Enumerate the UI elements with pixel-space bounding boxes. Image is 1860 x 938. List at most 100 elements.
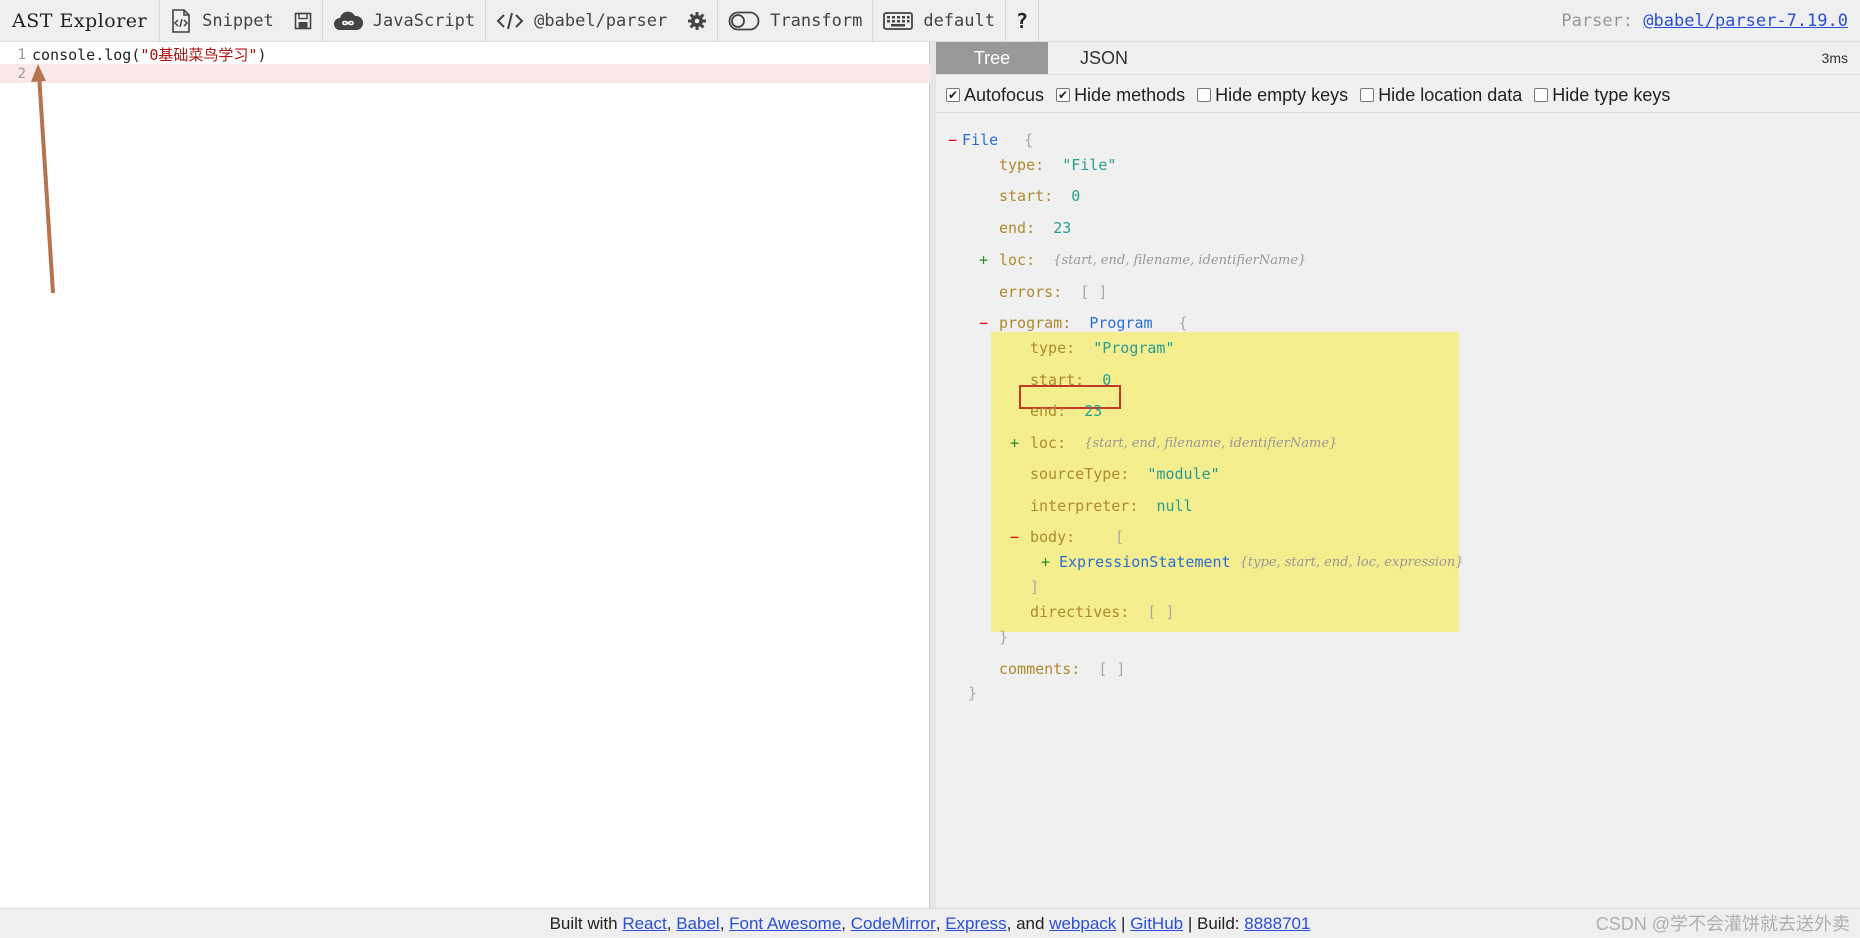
node-type: ExpressionStatement [1059, 553, 1231, 571]
tree-prop: end: 23 [999, 217, 1071, 239]
toolbar-divider [1038, 0, 1040, 42]
save-icon [294, 12, 312, 30]
line-code[interactable]: console.log("0基础菜鸟学习") [32, 44, 267, 65]
help-button[interactable]: ? [1006, 0, 1038, 42]
checkbox-checked-icon[interactable]: ✔ [946, 88, 960, 102]
collapse-icon[interactable]: − [979, 314, 999, 332]
toggle-off-icon [728, 11, 760, 31]
keymap-select[interactable]: default [873, 0, 1005, 42]
tree-prop-loc[interactable]: + loc: {start, end, filename, identifier… [1010, 432, 1337, 454]
prop-key: directives: [1030, 603, 1130, 621]
checkbox-checked-icon[interactable]: ✔ [1056, 88, 1071, 102]
checkbox-icon[interactable] [1360, 88, 1375, 102]
option-hide-type-keys[interactable]: Hide type keys [1534, 85, 1670, 106]
code-editor[interactable]: 1 console.log("0基础菜鸟学习") 2 [0, 42, 930, 908]
footer-link-webpack[interactable]: webpack [1049, 914, 1116, 934]
parser-info: Parser: @babel/parser-7.19.0 [1561, 11, 1860, 31]
footer-prefix: Built with [549, 913, 618, 933]
tree-node-file[interactable]: − File { [948, 129, 1033, 151]
prop-value: 23 [1053, 219, 1072, 237]
tab-tree[interactable]: Tree [936, 42, 1048, 74]
tree-prop: directives: [ ] [1030, 601, 1175, 623]
prop-key: body: [1030, 528, 1076, 546]
prop-value: 0 [1102, 371, 1112, 389]
tree-node-program[interactable]: − program: Program { [979, 312, 1188, 334]
code-file-icon [170, 8, 192, 33]
tree-options: ✔ Autofocus ✔ Hide methods Hide empty keys… [936, 78, 1860, 113]
language-select[interactable]: JavaScript [323, 0, 485, 42]
tree-prop: comments: [ ] [999, 658, 1125, 680]
parser-settings-button[interactable] [677, 0, 717, 42]
line-number: 2 [17, 65, 26, 82]
collapse-icon[interactable]: − [948, 131, 962, 149]
snippet-label: Snippet [202, 10, 274, 31]
prop-key: start: [1030, 371, 1085, 389]
tree-prop-loc[interactable]: + loc: {start, end, filename, identifier… [979, 249, 1306, 271]
parser-info-label: Parser: [1561, 10, 1634, 31]
prop-value: 23 [1084, 402, 1103, 420]
option-hide-methods[interactable]: ✔ Hide methods [1056, 85, 1185, 106]
prop-key: comments: [999, 660, 1081, 678]
editor-line: 1 console.log("0基础菜鸟学习") [0, 45, 930, 64]
prop-key: sourceType: [1030, 465, 1130, 483]
collapse-icon[interactable]: − [1010, 528, 1030, 546]
brace: { [1178, 314, 1188, 332]
footer-link-codemirror[interactable]: CodeMirror [851, 914, 936, 934]
tree-bracket: ] [1030, 576, 1039, 598]
code-token: console.log( [32, 46, 141, 64]
snippet-menu[interactable]: Snippet [160, 0, 284, 42]
prop-value: [ ] [1080, 283, 1108, 301]
expand-icon[interactable]: + [1010, 434, 1030, 452]
prop-value: 0 [1071, 187, 1081, 205]
prop-value: [ ] [1098, 660, 1126, 678]
build-label: Build: [1196, 913, 1240, 933]
tree-prop: interpreter: null [1030, 495, 1193, 517]
prop-summary: {start, end, filename, identifierName} [1053, 252, 1307, 268]
brace: } [999, 628, 1009, 646]
prop-summary: {type, start, end, loc, expression} [1239, 554, 1464, 570]
output-panel: Tree JSON 3ms ✔ Autofocus ✔ Hide methods H… [936, 42, 1860, 908]
code-token: ) [257, 46, 267, 64]
transform-label: Transform [770, 10, 863, 31]
parser-label: @babel/parser [534, 10, 668, 31]
tree-prop: start: 0 [999, 185, 1080, 207]
footer-link-github[interactable]: GitHub [1130, 914, 1183, 934]
parser-select[interactable]: @babel/parser [486, 0, 677, 42]
node-type: Program [1089, 314, 1153, 332]
option-hide-empty-keys[interactable]: Hide empty keys [1197, 85, 1348, 106]
tree-prop: errors: [ ] [999, 281, 1107, 303]
app-title: AST Explorer [12, 9, 148, 32]
tree-node-expression-statement[interactable]: + ExpressionStatement {type, start, end,… [1041, 551, 1464, 573]
prop-key: loc: [999, 251, 1036, 269]
tab-json[interactable]: JSON [1048, 42, 1160, 74]
footer-link-react[interactable]: React [622, 914, 666, 934]
parse-time: 3ms [1821, 50, 1848, 66]
prop-key: interpreter: [1030, 497, 1139, 515]
footer-link-font-awesome[interactable]: Font Awesome [729, 914, 841, 934]
footer-link-express[interactable]: Express [945, 914, 1006, 934]
option-autofocus[interactable]: ✔ Autofocus [946, 85, 1044, 106]
option-label: Hide methods [1074, 84, 1186, 105]
footer-link-babel[interactable]: Babel [676, 914, 719, 934]
prop-key: loc: [1030, 434, 1067, 452]
build-link[interactable]: 8888701 [1244, 914, 1310, 934]
keymap-label: default [923, 10, 995, 31]
brace: { [1024, 131, 1034, 149]
checkbox-icon[interactable] [1197, 88, 1212, 102]
transform-toggle[interactable]: Transform [718, 0, 872, 42]
option-hide-location-data[interactable]: Hide location data [1360, 85, 1522, 106]
expand-icon[interactable]: + [1041, 553, 1059, 571]
footer: Built with React, Babel, Font Awesome, C… [0, 908, 1860, 938]
save-button[interactable] [284, 0, 322, 42]
prop-value: [ ] [1147, 603, 1175, 621]
prop-value: "Program" [1093, 339, 1175, 357]
question-icon: ? [1015, 8, 1029, 33]
expand-icon[interactable]: + [979, 251, 999, 269]
prop-key: start: [999, 187, 1054, 205]
tree-prop-start: start: 0 [1030, 369, 1111, 391]
checkbox-icon[interactable] [1534, 88, 1549, 102]
parser-version-link[interactable]: @babel/parser-7.19.0 [1643, 11, 1848, 31]
tree-prop: type: "Program" [1030, 337, 1175, 359]
tree-node-body[interactable]: − body: [ [1010, 526, 1124, 548]
option-label: Hide location data [1378, 84, 1523, 105]
